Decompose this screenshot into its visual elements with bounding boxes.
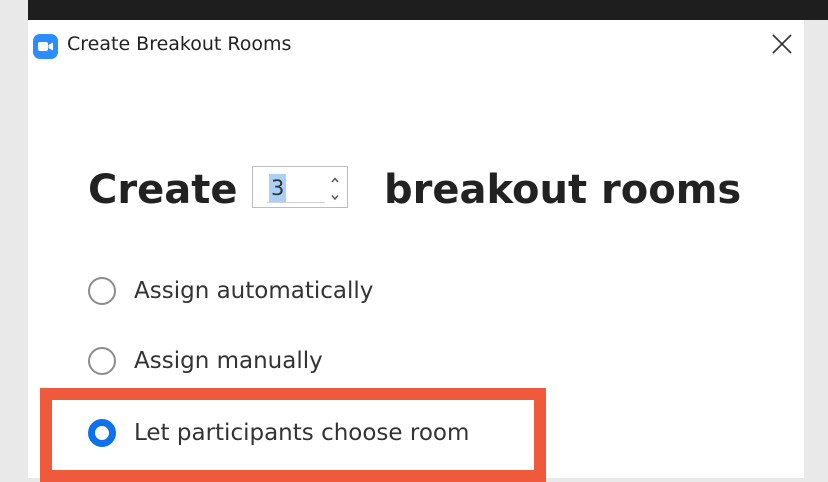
radio-assign-automatically[interactable] [88,277,116,305]
option-assign-manually[interactable]: Assign manually [88,343,548,379]
window-title: Create Breakout Rooms [67,33,292,55]
heading-suffix: breakout rooms [384,167,742,213]
title-bar: Create Breakout Rooms [28,20,804,72]
zoom-camera-icon [33,34,58,59]
room-count-value[interactable]: 3 [269,174,287,202]
create-breakout-rooms-dialog: Create Breakout Rooms Create 3 breakout … [28,20,804,478]
heading-prefix: Create [88,167,238,213]
chevron-down-icon[interactable] [327,189,343,202]
chevron-up-icon[interactable] [327,172,343,185]
option-label: Assign manually [134,348,323,374]
option-assign-automatically[interactable]: Assign automatically [88,273,548,309]
top-dark-bar [28,0,828,20]
option-label: Assign automatically [134,278,374,304]
radio-let-participants-choose-room[interactable] [88,419,116,447]
room-count-stepper[interactable]: 3 [252,166,348,208]
radio-assign-manually[interactable] [88,347,116,375]
room-count-heading: Create 3 breakout rooms [88,160,788,220]
option-let-participants-choose-room[interactable]: Let participants choose room [88,415,548,451]
stepper-underline [267,202,325,203]
option-label: Let participants choose room [134,420,470,446]
close-icon[interactable] [770,32,794,56]
